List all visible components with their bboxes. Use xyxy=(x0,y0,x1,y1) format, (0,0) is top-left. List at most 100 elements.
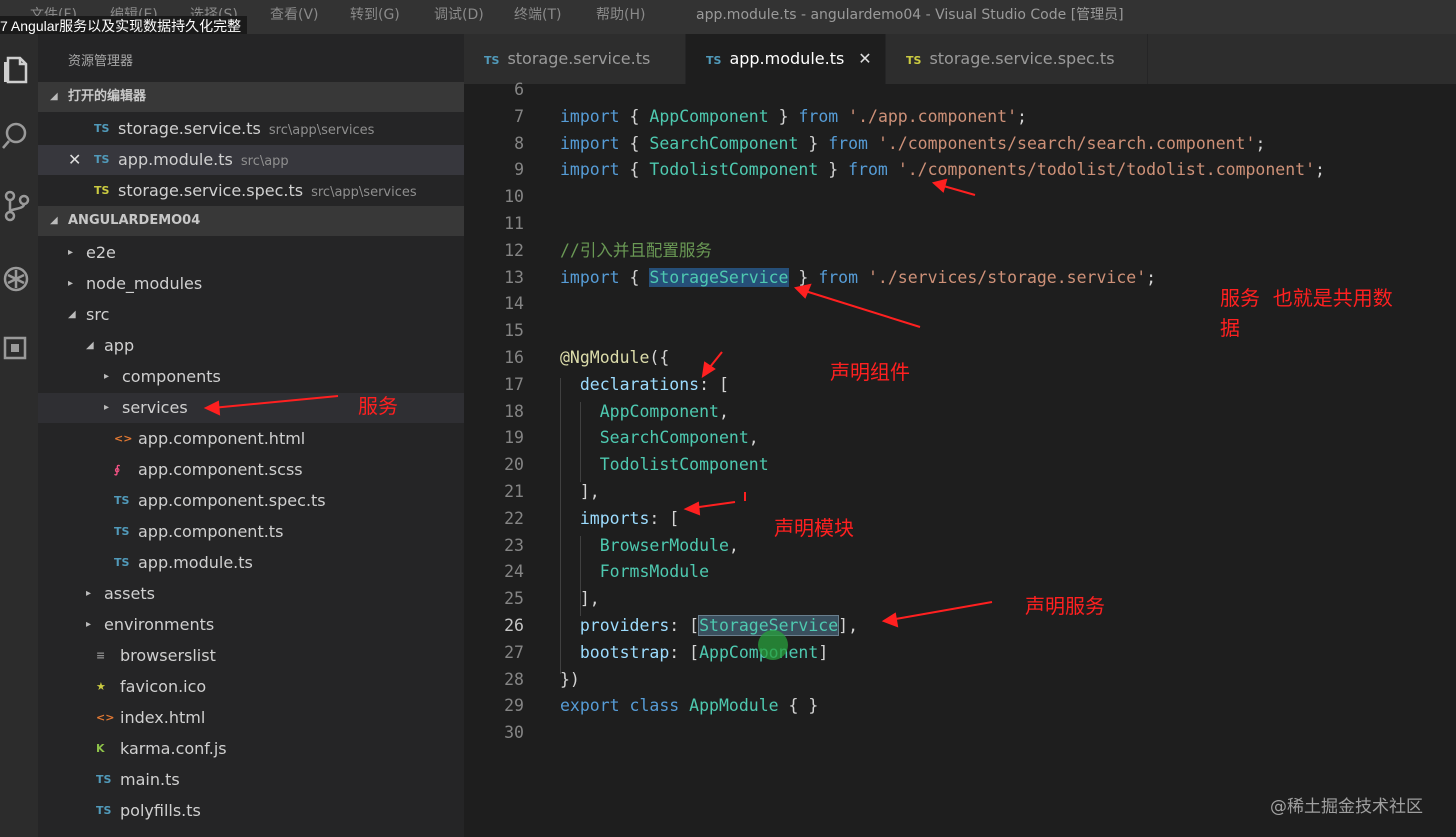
files-icon[interactable] xyxy=(2,52,32,86)
code-text: export class AppModule { } xyxy=(560,692,818,719)
line-number: 12 xyxy=(504,240,524,260)
tree-file[interactable]: TS app.component.ts xyxy=(38,517,464,547)
code-token: } xyxy=(798,133,829,153)
menu-item[interactable]: 转到(G) xyxy=(350,4,400,24)
project-header[interactable]: ◢ ANGULARDEMO04 xyxy=(38,206,464,236)
code-line[interactable]: 27 bootstrap: [AppComponent] xyxy=(464,639,1456,666)
line-number: 25 xyxy=(504,589,524,609)
code-token: AppModule xyxy=(689,696,779,716)
tree-file[interactable]: TS polyfills.ts xyxy=(38,796,464,826)
code-line[interactable]: 22 imports: [ xyxy=(464,505,1456,532)
code-line[interactable]: 11 xyxy=(464,210,1456,237)
code-line[interactable]: 16 @NgModule({ xyxy=(464,344,1456,371)
code-line[interactable]: 29 export class AppModule { } xyxy=(464,692,1456,719)
open-editor-item[interactable]: ✕ TS app.module.ts src\app xyxy=(38,145,464,175)
code-token: SearchComponent xyxy=(599,428,749,448)
tree-item-label: environments xyxy=(104,615,215,634)
search-icon[interactable] xyxy=(2,118,32,152)
code-token: import xyxy=(560,267,620,287)
file-type-icon: ★ xyxy=(96,680,106,693)
code-token: from xyxy=(798,106,839,126)
line-number: 26 xyxy=(504,616,524,635)
code-line[interactable]: 20 TodolistComponent xyxy=(464,451,1456,478)
tree-folder[interactable]: ▸ environments xyxy=(38,610,464,640)
code-token: ; xyxy=(1315,160,1325,180)
open-editor-item[interactable]: TS storage.service.ts src\app\services xyxy=(38,114,464,144)
tree-item-label: index.html xyxy=(120,708,206,727)
tree-file[interactable]: ∮ app.component.scss xyxy=(38,455,464,485)
chevron-down-icon: ◢ xyxy=(50,215,58,226)
code-line[interactable]: 7 import { AppComponent } from './app.com… xyxy=(464,103,1456,130)
line-number: 18 xyxy=(504,401,524,421)
code-token: }) xyxy=(560,669,580,689)
code-text: imports: [ xyxy=(560,505,679,532)
tree-file[interactable]: <> app.component.html xyxy=(38,424,464,454)
window-title: app.module.ts - angulardemo04 - Visual S… xyxy=(696,7,1124,23)
code-line[interactable]: 25 ], xyxy=(464,585,1456,612)
tree-file[interactable]: ★ favicon.ico xyxy=(38,672,464,702)
annotation-shared-data: 服务 也就是共用数 据 xyxy=(1220,286,1393,340)
code-line[interactable]: 19 SearchComponent, xyxy=(464,424,1456,451)
code-line[interactable]: 24 FormsModule xyxy=(464,558,1456,585)
close-icon[interactable]: ✕ xyxy=(858,49,871,68)
typescript-file-icon: TS xyxy=(94,153,110,166)
chevron-right-icon: ▸ xyxy=(86,619,92,630)
tree-file[interactable]: TS app.module.ts xyxy=(38,548,464,578)
menu-item[interactable]: 终端(T) xyxy=(514,4,561,24)
code-line[interactable]: 8 import { SearchComponent } from './comp… xyxy=(464,130,1456,157)
menu-item[interactable]: 查看(V) xyxy=(270,4,319,24)
chevron-down-icon: ◢ xyxy=(50,91,58,102)
debug-icon[interactable] xyxy=(2,262,32,296)
file-type-icon: TS xyxy=(114,556,130,569)
tree-file[interactable]: TS app.component.spec.ts xyxy=(38,486,464,516)
tree-folder[interactable]: ▸ assets xyxy=(38,579,464,609)
menu-item[interactable]: 帮助(H) xyxy=(596,4,645,24)
tree-folder[interactable]: ▸ services xyxy=(38,393,464,423)
tree-file[interactable]: TS main.ts xyxy=(38,765,464,795)
file-type-icon: ≡ xyxy=(96,649,106,662)
file-type-icon: TS xyxy=(114,494,130,507)
code-token: SearchComponent xyxy=(649,133,799,153)
source-control-icon[interactable] xyxy=(2,188,32,222)
tree-folder[interactable]: ▸ components xyxy=(38,362,464,392)
code-line[interactable]: 18 AppComponent, xyxy=(464,398,1456,425)
open-editor-item[interactable]: TS storage.service.spec.ts src\app\servic… xyxy=(38,176,464,206)
tree-folder[interactable]: ◢ app xyxy=(38,331,464,361)
watermark: @稀土掘金技术社区 xyxy=(1270,797,1423,817)
tab-label: app.module.ts xyxy=(729,49,845,68)
close-icon[interactable]: ✕ xyxy=(68,145,81,175)
tree-folder[interactable]: ▸ e2e xyxy=(38,238,464,268)
code-line[interactable]: 21 ], xyxy=(464,478,1456,505)
line-number: 15 xyxy=(504,321,524,341)
code-line[interactable]: 28}) xyxy=(464,666,1456,693)
file-type-icon: <> xyxy=(96,711,115,724)
open-editors-header[interactable]: ◢ 打开的编辑器 xyxy=(38,82,464,112)
mouse-cursor-indicator xyxy=(758,630,788,660)
line-number: 10 xyxy=(504,187,524,207)
extensions-icon[interactable] xyxy=(2,330,32,364)
code-text: FormsModule xyxy=(560,558,709,585)
code-text: BrowserModule, xyxy=(560,532,739,559)
code-line[interactable]: 23 BrowserModule, xyxy=(464,532,1456,559)
code-line[interactable]: 30 xyxy=(464,719,1456,746)
code-line[interactable]: 6 xyxy=(464,76,1456,103)
code-line[interactable]: 9 import { TodolistComponent } from './co… xyxy=(464,156,1456,183)
tree-folder[interactable]: ▸ node_modules xyxy=(38,269,464,299)
code-line[interactable]: 10 xyxy=(464,183,1456,210)
code-line[interactable]: 12 //引入并且配置服务 xyxy=(464,237,1456,264)
tree-folder[interactable]: ◢ src xyxy=(38,300,464,330)
code-editor[interactable]: 6 7 import { AppComponent } from './app.co… xyxy=(464,80,1456,837)
tree-file[interactable]: ≡ browserslist xyxy=(38,641,464,671)
code-line[interactable]: 26 providers: [StorageService], xyxy=(464,612,1456,639)
menu-item[interactable]: 调试(D) xyxy=(434,4,484,24)
tree-item-label: app.component.html xyxy=(138,429,306,448)
code-token: './components/todolist/todolist.componen… xyxy=(897,160,1316,180)
line-number: 7 xyxy=(514,106,524,126)
tree-file[interactable]: <> index.html xyxy=(38,703,464,733)
code-line[interactable]: 17 declarations: [ xyxy=(464,371,1456,398)
tree-file[interactable]: Kkarma.conf.js xyxy=(38,734,464,764)
annotation-declare-modules: 声明模块 xyxy=(774,516,854,540)
